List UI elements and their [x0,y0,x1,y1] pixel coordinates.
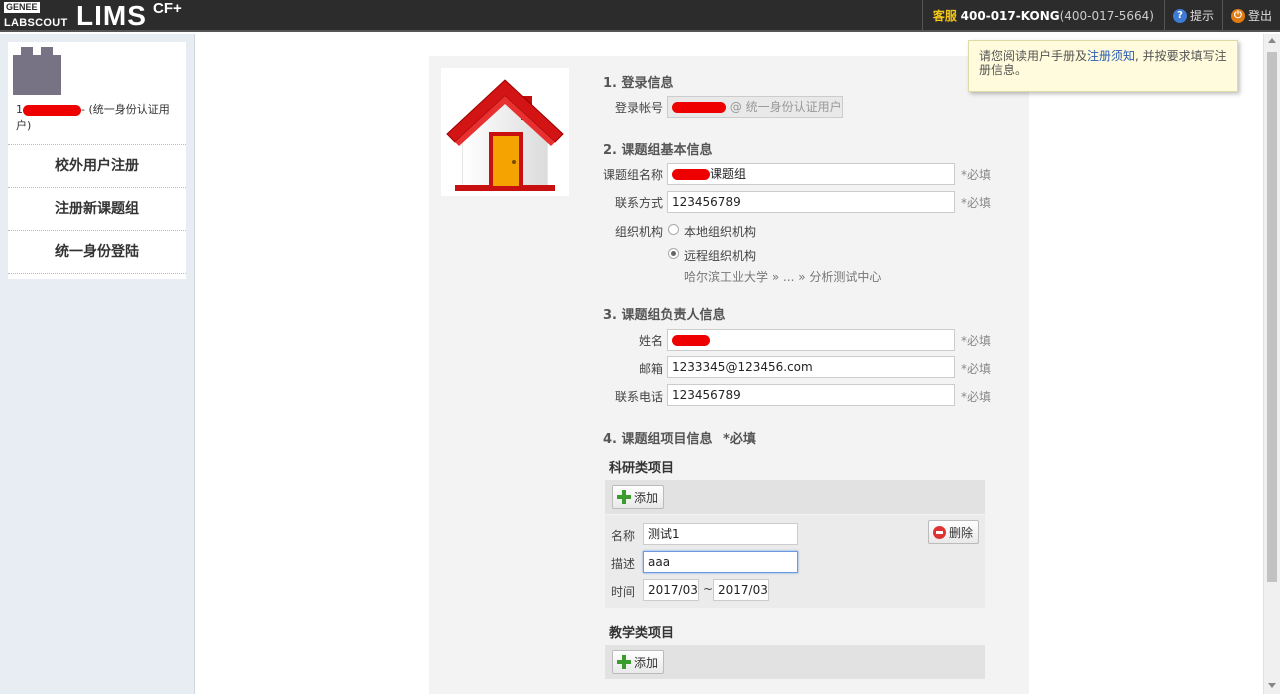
redaction-mark [672,335,710,346]
registration-form-panel: 1. 登录信息 登录帐号 @ 统一身份认证用户 2. 课题组基本信息 课题组名称… [429,56,1029,694]
name-label: 姓名 [638,334,663,348]
logout-label: 登出 [1247,9,1272,23]
required-mark: *必填 [961,390,992,404]
scroll-down-icon[interactable] [1268,683,1276,688]
sidebar-item-external-register[interactable]: 校外用户注册 [8,144,186,187]
plus-icon [617,490,631,504]
redaction-mark [672,102,726,113]
contact-input[interactable]: 123456789 [667,191,955,213]
plus-icon [617,655,631,669]
scroll-thumb[interactable] [1267,52,1277,582]
account-field: @ 统一身份认证用户 [667,96,843,118]
required-mark: *必填 [961,334,992,348]
group-name-input[interactable]: 课题组 [667,163,955,185]
sidebar: 1- (统一身份认证用户) 校外用户注册 注册新课题组 统一身份登陆 [0,34,195,694]
redaction-mark [23,104,81,116]
project-name-label: 名称 [611,529,636,543]
minus-circle-icon [933,525,946,539]
help-icon: ? [1172,9,1187,23]
required-mark: *必填 [961,362,992,376]
add-label: 添加 [634,490,659,505]
house-illustration [446,79,564,191]
logo-lims: LIMS [76,0,147,31]
required-mark: *必填 [961,196,992,210]
contact-label: 联系方式 [614,196,663,210]
delete-label: 删除 [949,525,974,540]
phone-input[interactable]: 123456789 [667,384,955,406]
user-panel: 1- (统一身份认证用户) 校外用户注册 注册新课题组 统一身份登陆 [8,42,186,279]
section-project-info-title: 4. 课题组项目信息 *必填 [603,428,756,447]
hotline: 客服 400-017-KONG(400-017-5664) [921,0,1164,32]
org-local-radio[interactable] [668,224,679,235]
project-time-label: 时间 [611,585,636,599]
org-remote-label[interactable]: 远程组织机构 [684,247,756,264]
research-project-item: 名称 测试1 删除 描述 aaa 时间 2017/03 ~ 2017/03 [605,515,985,608]
add-label: 添加 [634,655,659,670]
scroll-up-icon[interactable] [1268,38,1276,43]
account-label: 登录帐号 [614,101,663,115]
teaching-toolbar: 添加 [605,645,985,679]
sidebar-menu: 校外用户注册 注册新课题组 统一身份登陆 [8,144,186,278]
vertical-scrollbar[interactable] [1263,34,1280,694]
hotline-alt-number: (400-017-5664) [1059,9,1154,23]
project-name-input[interactable]: 测试1 [643,523,798,545]
tooltip-text-before: 请您阅读用户手册及 [979,49,1088,63]
project-desc-input[interactable]: aaa [643,551,798,573]
org-label: 组织机构 [614,225,663,239]
top-bar: GENEE LABSCOUT LIMS CF+ 客服 400-017-KONG(… [0,0,1280,32]
logo-genee: GENEE [4,2,40,13]
user-name-prefix: 1 [16,103,23,116]
add-teaching-project-button[interactable]: 添加 [612,650,665,674]
hotline-label: 客服 [932,9,957,23]
power-icon: ⏻ [1230,9,1245,23]
house-icon [441,68,569,196]
registration-notice-link[interactable]: 注册须知 [1087,49,1135,63]
org-remote-radio[interactable] [668,248,679,259]
sidebar-item-register-group[interactable]: 注册新课题组 [8,187,186,230]
org-path[interactable]: 哈尔滨工业大学 » ... » 分析测试中心 [684,268,881,285]
hotline-number: 400-017-KONG [960,9,1060,23]
section-project-info-label: 4. 课题组项目信息 [603,432,713,447]
date-range-separator: ~ [703,582,714,596]
group-name-value: 课题组 [710,167,747,181]
delete-project-button[interactable]: 删除 [928,520,980,544]
project-end-date-input[interactable]: 2017/03 [713,579,769,601]
section-group-info-title: 2. 课题组基本信息 [603,143,713,158]
project-desc-label: 描述 [611,557,636,571]
user-name[interactable]: 1- (统一身份认证用户) [16,102,182,134]
email-label: 邮箱 [638,362,663,376]
research-projects-title: 科研类项目 [609,461,675,476]
top-right-actions: 客服 400-017-KONG(400-017-5664) ? 提示 ⏻ 登出 [921,0,1280,32]
section-login-info-title: 1. 登录信息 [603,76,674,91]
section-leader-info-title: 3. 课题组负责人信息 [603,308,726,323]
research-toolbar: 添加 [605,480,985,514]
add-research-project-button[interactable]: 添加 [612,485,665,509]
required-mark: *必填 [723,432,756,447]
help-label: 提示 [1189,9,1214,23]
help-link[interactable]: ? 提示 [1163,0,1222,32]
account-suffix: @ 统一身份认证用户 [729,100,842,114]
required-mark: *必填 [961,168,992,182]
project-start-date-input[interactable]: 2017/03 [643,579,699,601]
avatar [13,47,61,95]
logout-link[interactable]: ⏻ 登出 [1221,0,1280,32]
phone-label: 联系电话 [614,390,663,404]
sidebar-item-unified-login[interactable]: 统一身份登陆 [8,230,186,273]
logo-cf: CF+ [153,0,182,17]
name-input[interactable] [667,329,955,351]
teaching-projects-title: 教学类项目 [609,626,675,641]
email-input[interactable]: 1233345@123456.com [667,356,955,378]
redaction-mark [672,169,710,180]
registration-hint-tooltip: 请您阅读用户手册及注册须知, 并按要求填写注册信息。 [968,40,1238,92]
logo-labscout: LABSCOUT [4,17,68,29]
group-name-label: 课题组名称 [602,168,663,182]
org-local-label[interactable]: 本地组织机构 [684,223,756,240]
